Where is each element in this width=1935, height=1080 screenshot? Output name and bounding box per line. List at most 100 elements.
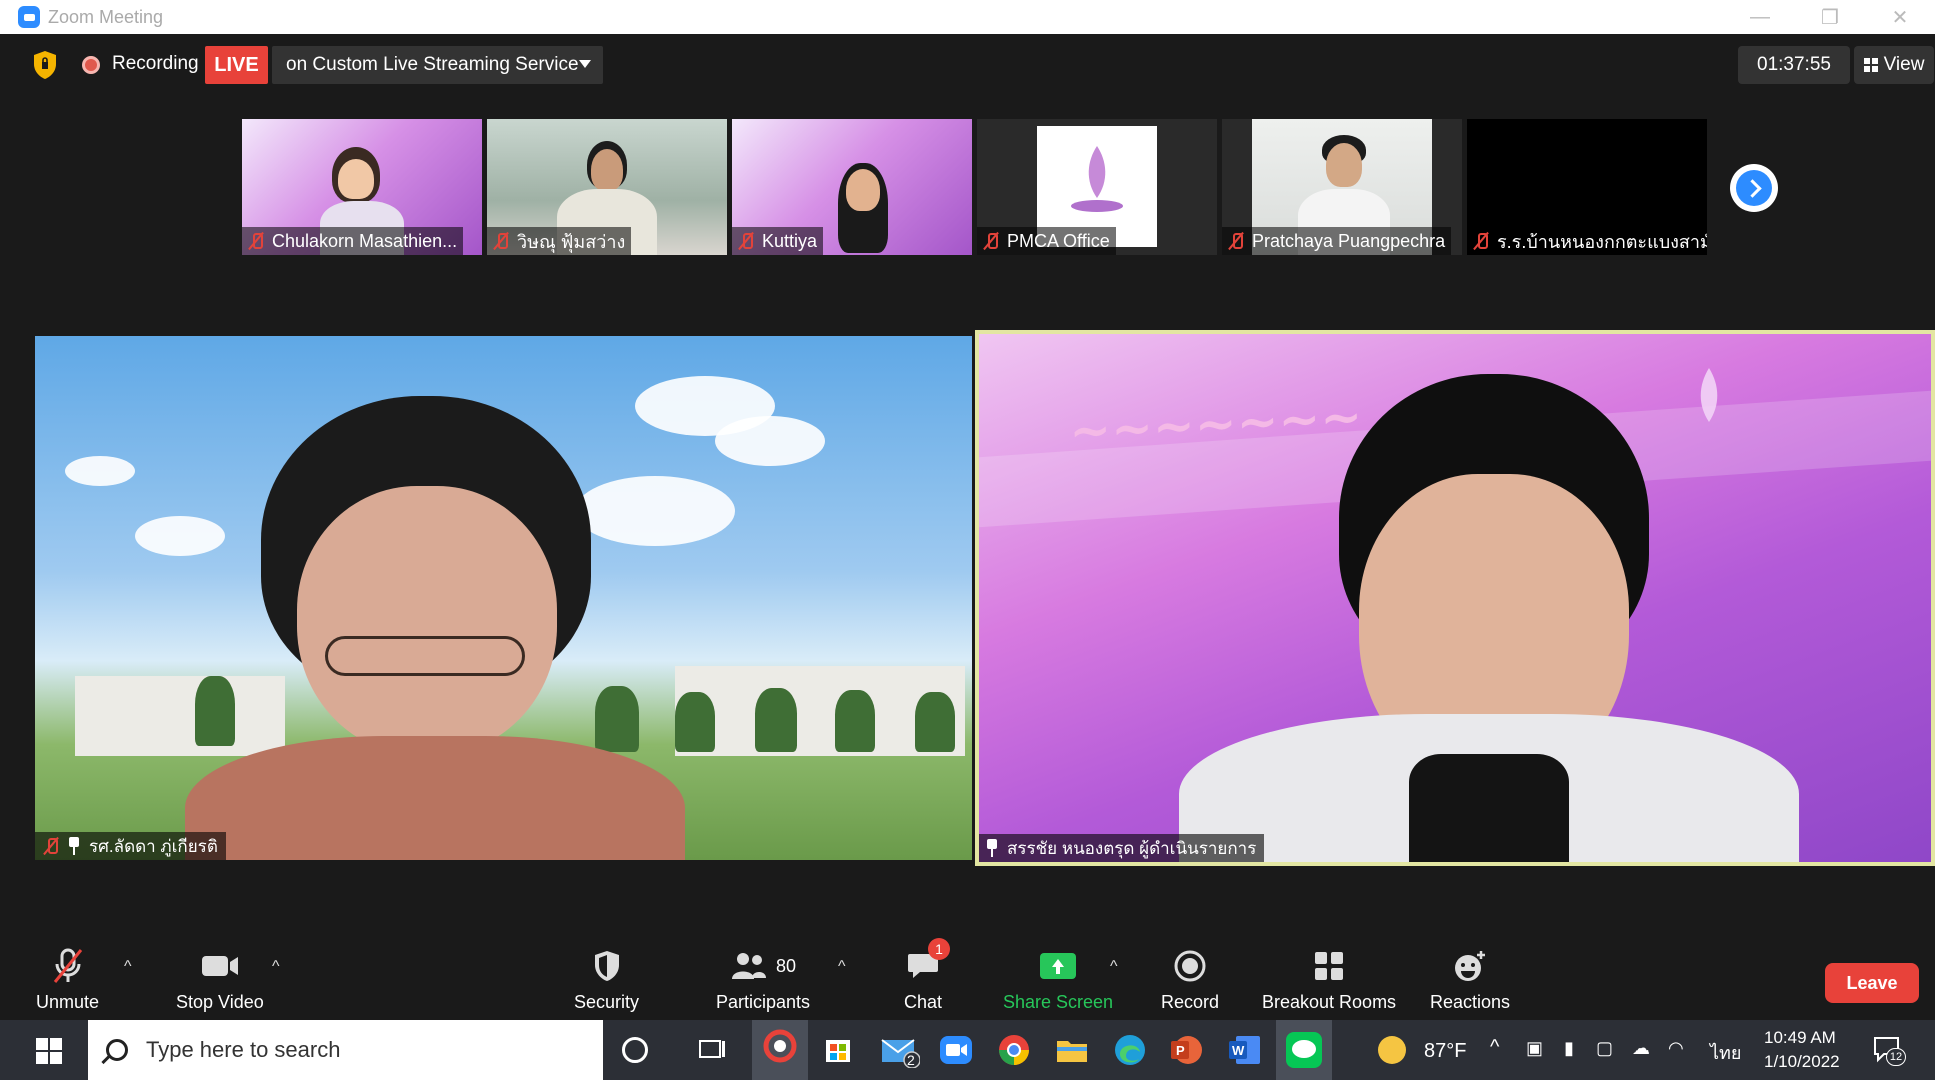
mic-muted-icon: [981, 231, 1001, 251]
participant-name: Kuttiya: [762, 230, 818, 251]
mail-badge: 2: [907, 1052, 915, 1068]
reactions-smiley-icon: [1455, 951, 1486, 981]
leave-button[interactable]: Leave: [1825, 963, 1919, 1003]
meeting-timer: 01:37:55: [1738, 46, 1850, 84]
microphone-tray-icon[interactable]: ▮: [1564, 1038, 1574, 1059]
thumbnail-video[interactable]: Chulakorn Masathien...: [242, 119, 482, 255]
grid-view-icon: [1863, 58, 1878, 72]
participants-count: 80: [776, 955, 797, 976]
share-options-caret-icon[interactable]: ^: [1110, 958, 1118, 976]
onedrive-cloud-icon[interactable]: ☁: [1632, 1038, 1650, 1059]
clock-time[interactable]: 10:49 AM: [1764, 1028, 1836, 1048]
share-screen-button[interactable]: Share Screen: [1003, 946, 1113, 1013]
zoom-app-icon: [18, 6, 40, 28]
participant-name-tag: รศ.ลัดดา ภู่เกียรติ: [35, 832, 226, 860]
zoom-meeting-taskbar-icon[interactable]: [752, 1020, 808, 1080]
participant-name: วิษณุ ฟุ้มสว่าง: [517, 231, 626, 252]
minimize-button[interactable]: —: [1725, 0, 1795, 34]
notifications-badge: 12: [1886, 1048, 1906, 1066]
taskbar-search-box[interactable]: Type here to search: [88, 1020, 603, 1080]
participant-name: Chulakorn Masathien...: [272, 230, 458, 251]
unmute-button[interactable]: Unmute: [36, 946, 99, 1013]
chat-button[interactable]: 1 Chat: [904, 938, 951, 1013]
stop-video-label: Stop Video: [176, 992, 264, 1012]
view-button[interactable]: View: [1854, 46, 1934, 84]
breakout-rooms-button[interactable]: Breakout Rooms: [1262, 946, 1396, 1013]
participants-options-caret-icon[interactable]: ^: [838, 958, 846, 976]
mic-muted-icon: [1226, 231, 1246, 251]
mail-icon[interactable]: 2: [880, 1032, 921, 1069]
chrome-icon[interactable]: [996, 1032, 1032, 1068]
edge-icon[interactable]: [1112, 1032, 1148, 1068]
svg-text:W: W: [1232, 1043, 1245, 1058]
weather-sun-icon[interactable]: [1378, 1036, 1406, 1064]
audio-options-caret-icon[interactable]: ^: [124, 958, 132, 976]
line-app-icon[interactable]: [1276, 1020, 1332, 1080]
thumbnail-video[interactable]: วิษณุ ฟุ้มสว่าง: [487, 119, 727, 255]
zoom-app-taskbar-icon[interactable]: [938, 1032, 974, 1068]
mic-muted-icon: [491, 231, 511, 251]
chat-unread-badge: 1: [928, 938, 951, 960]
participant-name-tag: Chulakorn Masathien...: [242, 227, 464, 255]
participant-name: ร.ร.บ้านหนองกกตะแบงสามั...: [1497, 231, 1707, 252]
powerpoint-icon[interactable]: P: [1168, 1032, 1204, 1068]
meet-now-icon[interactable]: ▣: [1526, 1038, 1543, 1059]
weather-temperature[interactable]: 87°F: [1424, 1040, 1466, 1063]
participant-name: รศ.ลัดดา ภู่เกียรติ: [89, 836, 218, 856]
svg-text:P: P: [1176, 1043, 1185, 1058]
file-explorer-icon[interactable]: [1054, 1032, 1090, 1068]
live-stream-dropdown[interactable]: on Custom Live Streaming Service: [272, 46, 603, 84]
cortana-icon[interactable]: [622, 1037, 648, 1063]
chat-label: Chat: [904, 992, 943, 1012]
clock-date[interactable]: 1/10/2022: [1764, 1052, 1840, 1072]
security-button[interactable]: Security: [574, 946, 639, 1013]
participant-name: Pratchaya Puangpechra: [1252, 230, 1446, 251]
word-icon[interactable]: W: [1226, 1032, 1262, 1068]
breakout-rooms-icon: [1315, 952, 1344, 980]
participant-name-tag: PMCA Office: [977, 227, 1116, 255]
participants-button[interactable]: 80 Participants: [716, 946, 810, 1013]
microsoft-store-icon[interactable]: [820, 1032, 856, 1068]
notifications-icon[interactable]: 12: [1872, 1034, 1906, 1066]
windows-taskbar: Type here to search 2 P W 87°F ^ ▣ ▮ ▢ ☁…: [0, 1020, 1935, 1080]
close-button[interactable]: ✕: [1865, 0, 1935, 34]
wifi-icon[interactable]: ◠: [1668, 1038, 1684, 1059]
live-stream-label: on Custom Live Streaming Service: [286, 54, 579, 75]
meeting-area: Recording LIVE on Custom Live Streaming …: [14, 34, 1935, 1020]
main-video-left[interactable]: รศ.ลัดดา ภู่เกียรติ: [35, 336, 972, 860]
reactions-label: Reactions: [1430, 992, 1511, 1012]
mic-muted-icon: [41, 836, 61, 856]
view-label: View: [1883, 54, 1925, 75]
mic-muted-icon: [246, 231, 266, 251]
encryption-shield-icon[interactable]: [32, 50, 58, 80]
recording-dot-icon: [82, 56, 100, 74]
participant-name-tag: Pratchaya Puangpechra: [1222, 227, 1452, 255]
main-video-right-active-speaker[interactable]: ~~~~~~~ สรรชัย หนองตรุด ผู้ดำเนินรายการ: [975, 330, 1935, 866]
video-options-caret-icon[interactable]: ^: [272, 958, 280, 976]
meeting-toolbar: Unmute ^ Stop Video ^ Security 80 Partic…: [14, 930, 1935, 1020]
breakout-rooms-label: Breakout Rooms: [1262, 992, 1397, 1012]
record-button[interactable]: Record: [1161, 946, 1219, 1013]
live-badge[interactable]: LIVE: [205, 46, 268, 84]
search-icon: [106, 1039, 128, 1061]
thumbnail-video[interactable]: Pratchaya Puangpechra: [1222, 119, 1462, 255]
security-shield-icon: [594, 951, 619, 981]
windows-start-icon[interactable]: [36, 1038, 62, 1064]
participant-name-tag: สรรชัย หนองตรุด ผู้ดำเนินรายการ: [979, 834, 1265, 862]
chevron-up-icon[interactable]: ^: [1490, 1036, 1499, 1059]
task-view-icon[interactable]: [694, 1032, 730, 1068]
reactions-button[interactable]: Reactions: [1430, 946, 1510, 1013]
input-language[interactable]: ไทย: [1710, 1038, 1741, 1067]
pin-icon: [985, 839, 999, 857]
next-page-arrow-icon[interactable]: [1730, 164, 1778, 212]
share-screen-label: Share Screen: [1003, 992, 1114, 1012]
thumbnail-video[interactable]: PMCA Office: [977, 119, 1217, 255]
participants-label: Participants: [716, 992, 811, 1012]
display-tray-icon[interactable]: ▢: [1596, 1038, 1613, 1059]
stop-video-button[interactable]: Stop Video: [176, 946, 264, 1013]
thumbnail-video[interactable]: Kuttiya: [732, 119, 972, 255]
zoom-window: Zoom Meeting — ❐ ✕ Recording LIVE on Cus…: [0, 0, 1935, 1080]
restore-button[interactable]: ❐: [1795, 0, 1865, 34]
recording-label[interactable]: Recording: [112, 53, 199, 75]
thumbnail-video[interactable]: ร.ร.บ้านหนองกกตะแบงสามั...: [1467, 119, 1707, 255]
